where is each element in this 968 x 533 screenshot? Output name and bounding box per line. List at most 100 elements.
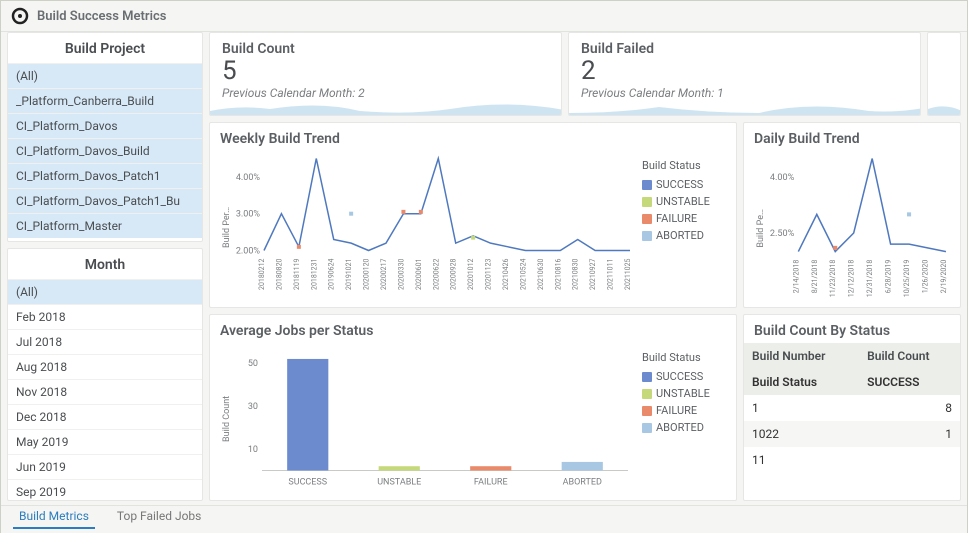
list-item[interactable]: _Platform_Canberra_Build (8, 88, 202, 113)
legend-item[interactable]: UNSTABLE (642, 385, 726, 402)
svg-text:ABORTED: ABORTED (563, 478, 602, 488)
list-item[interactable]: Sep 2019 (8, 479, 202, 501)
topbar: Build Success Metrics (1, 1, 967, 32)
kpi-build-failed[interactable]: Build Failed 2 Previous Calendar Month: … (568, 32, 921, 116)
legend-item[interactable]: ABORTED (642, 419, 726, 436)
cell-status-label: Build Status (744, 369, 859, 395)
cell-build-number: 1 (744, 395, 859, 421)
table-row[interactable]: 18 (744, 395, 960, 421)
svg-text:2.50%: 2.50% (770, 229, 795, 239)
legend-item[interactable]: SUCCESS (642, 176, 726, 193)
filter-month: Month (All)Feb 2018Jul 2018Aug 2018Nov 2… (7, 248, 203, 501)
legend-swatch-icon (642, 389, 652, 399)
legend-weekly: Build Status SUCCESS UNSTABLE FAILURE ABORT… (642, 151, 726, 304)
cell-build-number: 1022 (744, 421, 859, 447)
svg-text:10: 10 (248, 445, 258, 455)
svg-text:20180212: 20180212 (258, 258, 266, 290)
svg-text:1/26/2020: 1/26/2020 (921, 260, 930, 294)
svg-text:20210816: 20210816 (554, 258, 562, 290)
legend-swatch-icon (642, 372, 652, 382)
table-row[interactable]: 10221 (744, 421, 960, 447)
kpi-title: Build Count (222, 41, 549, 57)
svg-text:20200622: 20200622 (432, 258, 440, 290)
cell-build-count: 1 (859, 421, 960, 447)
sheet-tab[interactable]: Top Failed Jobs (111, 505, 207, 529)
table-row[interactable]: 11 (744, 447, 960, 473)
filter-title: Build Project (8, 37, 202, 63)
card-daily-build-trend: Daily Build Trend Build Pe… 2.50%4.00%2/… (743, 122, 961, 308)
col-build-count[interactable]: Build Count (859, 343, 960, 369)
kpi-overflow[interactable] (927, 32, 961, 116)
legend-title: Build Status (642, 159, 726, 172)
svg-text:20200120: 20200120 (363, 258, 371, 290)
svg-text:20210426: 20210426 (502, 258, 510, 290)
svg-text:2/14/2018: 2/14/2018 (791, 260, 800, 294)
kpi-build-count[interactable]: Build Count 5 Previous Calendar Month: 2 (209, 32, 562, 116)
svg-text:20210524: 20210524 (519, 258, 527, 290)
legend-label: UNSTABLE (656, 195, 710, 208)
list-item[interactable]: CI_Platform_Master (8, 213, 202, 238)
content: Build Count 5 Previous Calendar Month: 2… (209, 32, 961, 501)
list-item[interactable]: Dec 2018 (8, 404, 202, 429)
sheet-tab[interactable]: Build Metrics (13, 505, 95, 529)
legend-item[interactable]: ABORTED (642, 227, 726, 244)
legend-item[interactable]: FAILURE (642, 402, 726, 419)
list-item[interactable]: (All) (8, 279, 202, 304)
list-item[interactable]: Nov 2018 (8, 379, 202, 404)
col-build-number[interactable]: Build Number (744, 343, 859, 369)
legend-swatch-icon (642, 214, 652, 224)
list-item[interactable]: CI_Platform_Davos (8, 113, 202, 138)
cell-status-value: SUCCESS (859, 369, 960, 395)
list-item[interactable]: Aug 2018 (8, 354, 202, 379)
list-item[interactable]: Jun 2019 (8, 454, 202, 479)
legend-item[interactable]: FAILURE (642, 210, 726, 227)
svg-text:20210927: 20210927 (589, 258, 597, 290)
svg-text:20211011: 20211011 (607, 259, 615, 290)
svg-text:3.00%: 3.00% (236, 210, 261, 220)
svg-text:2/19/2020: 2/19/2020 (939, 260, 948, 294)
list-item[interactable]: Feb 2018 (8, 304, 202, 329)
legend-label: ABORTED (656, 229, 704, 242)
kpi-title: Build Failed (581, 41, 908, 57)
list-item[interactable]: CI_Platform_Davos_Build (8, 138, 202, 163)
card-title: Average Jobs per Status (220, 323, 726, 339)
legend-item[interactable]: SUCCESS (642, 368, 726, 385)
list-item[interactable]: (All) (8, 63, 202, 88)
kpi-value: 5 (222, 57, 549, 86)
svg-text:UNSTABLE: UNSTABLE (377, 478, 421, 488)
legend-swatch-icon (642, 423, 652, 433)
list-item[interactable]: May 2019 (8, 429, 202, 454)
list-item[interactable]: Jul 2018 (8, 329, 202, 354)
legend-swatch-icon (642, 180, 652, 190)
cell-build-count: 8 (859, 395, 960, 421)
row-weekly-daily: Weekly Build Trend Build Per… 2.00%3.00%… (209, 122, 961, 308)
svg-text:20200928: 20200928 (450, 258, 458, 290)
svg-text:10/25/2019: 10/25/2019 (902, 260, 911, 298)
row-avg-status: Average Jobs per Status Build Count 1030… (209, 314, 961, 501)
svg-text:20211025: 20211025 (624, 258, 632, 290)
page-title: Build Success Metrics (37, 9, 166, 24)
svg-text:20200601: 20200601 (415, 259, 423, 290)
svg-text:6/28/2019: 6/28/2019 (884, 260, 893, 294)
sheet-tabs: Build Metrics Top Failed Jobs (1, 505, 967, 533)
card-build-count-by-status: Build Count By Status Build Status SUCCE… (743, 314, 961, 501)
kpi-row: Build Count 5 Previous Calendar Month: 2… (209, 32, 961, 116)
svg-text:20191021: 20191021 (345, 259, 353, 290)
card-title: Build Count By Status (744, 323, 960, 339)
filter-title: Month (8, 253, 202, 279)
chart-weekly[interactable]: 2.00%3.00%4.00%2018021220180820201811192… (234, 151, 634, 304)
table-build-count[interactable]: Build Status SUCCESS Build Number Build … (744, 343, 960, 473)
chart-avg[interactable]: 103050SUCCESSUNSTABLEFAILUREABORTED (234, 343, 634, 494)
kpi-value: 2 (581, 57, 908, 86)
axis-y-label: Build Count (220, 343, 234, 494)
list-item[interactable]: CI_Platform_Davos_Patch1 (8, 163, 202, 188)
chart-daily[interactable]: 2.50%4.00%2/14/20188/21/201811/23/201812… (768, 151, 950, 306)
legend-label: SUCCESS (656, 370, 703, 383)
list-item[interactable]: CI_Platform_Davos_Patch1_Bu (8, 188, 202, 213)
legend-item[interactable]: UNSTABLE (642, 193, 726, 210)
legend-label: FAILURE (656, 404, 697, 417)
legend-title: Build Status (642, 351, 726, 364)
svg-text:50: 50 (248, 359, 258, 369)
card-title: Daily Build Trend (754, 131, 950, 147)
svg-text:20181119: 20181119 (293, 258, 301, 290)
